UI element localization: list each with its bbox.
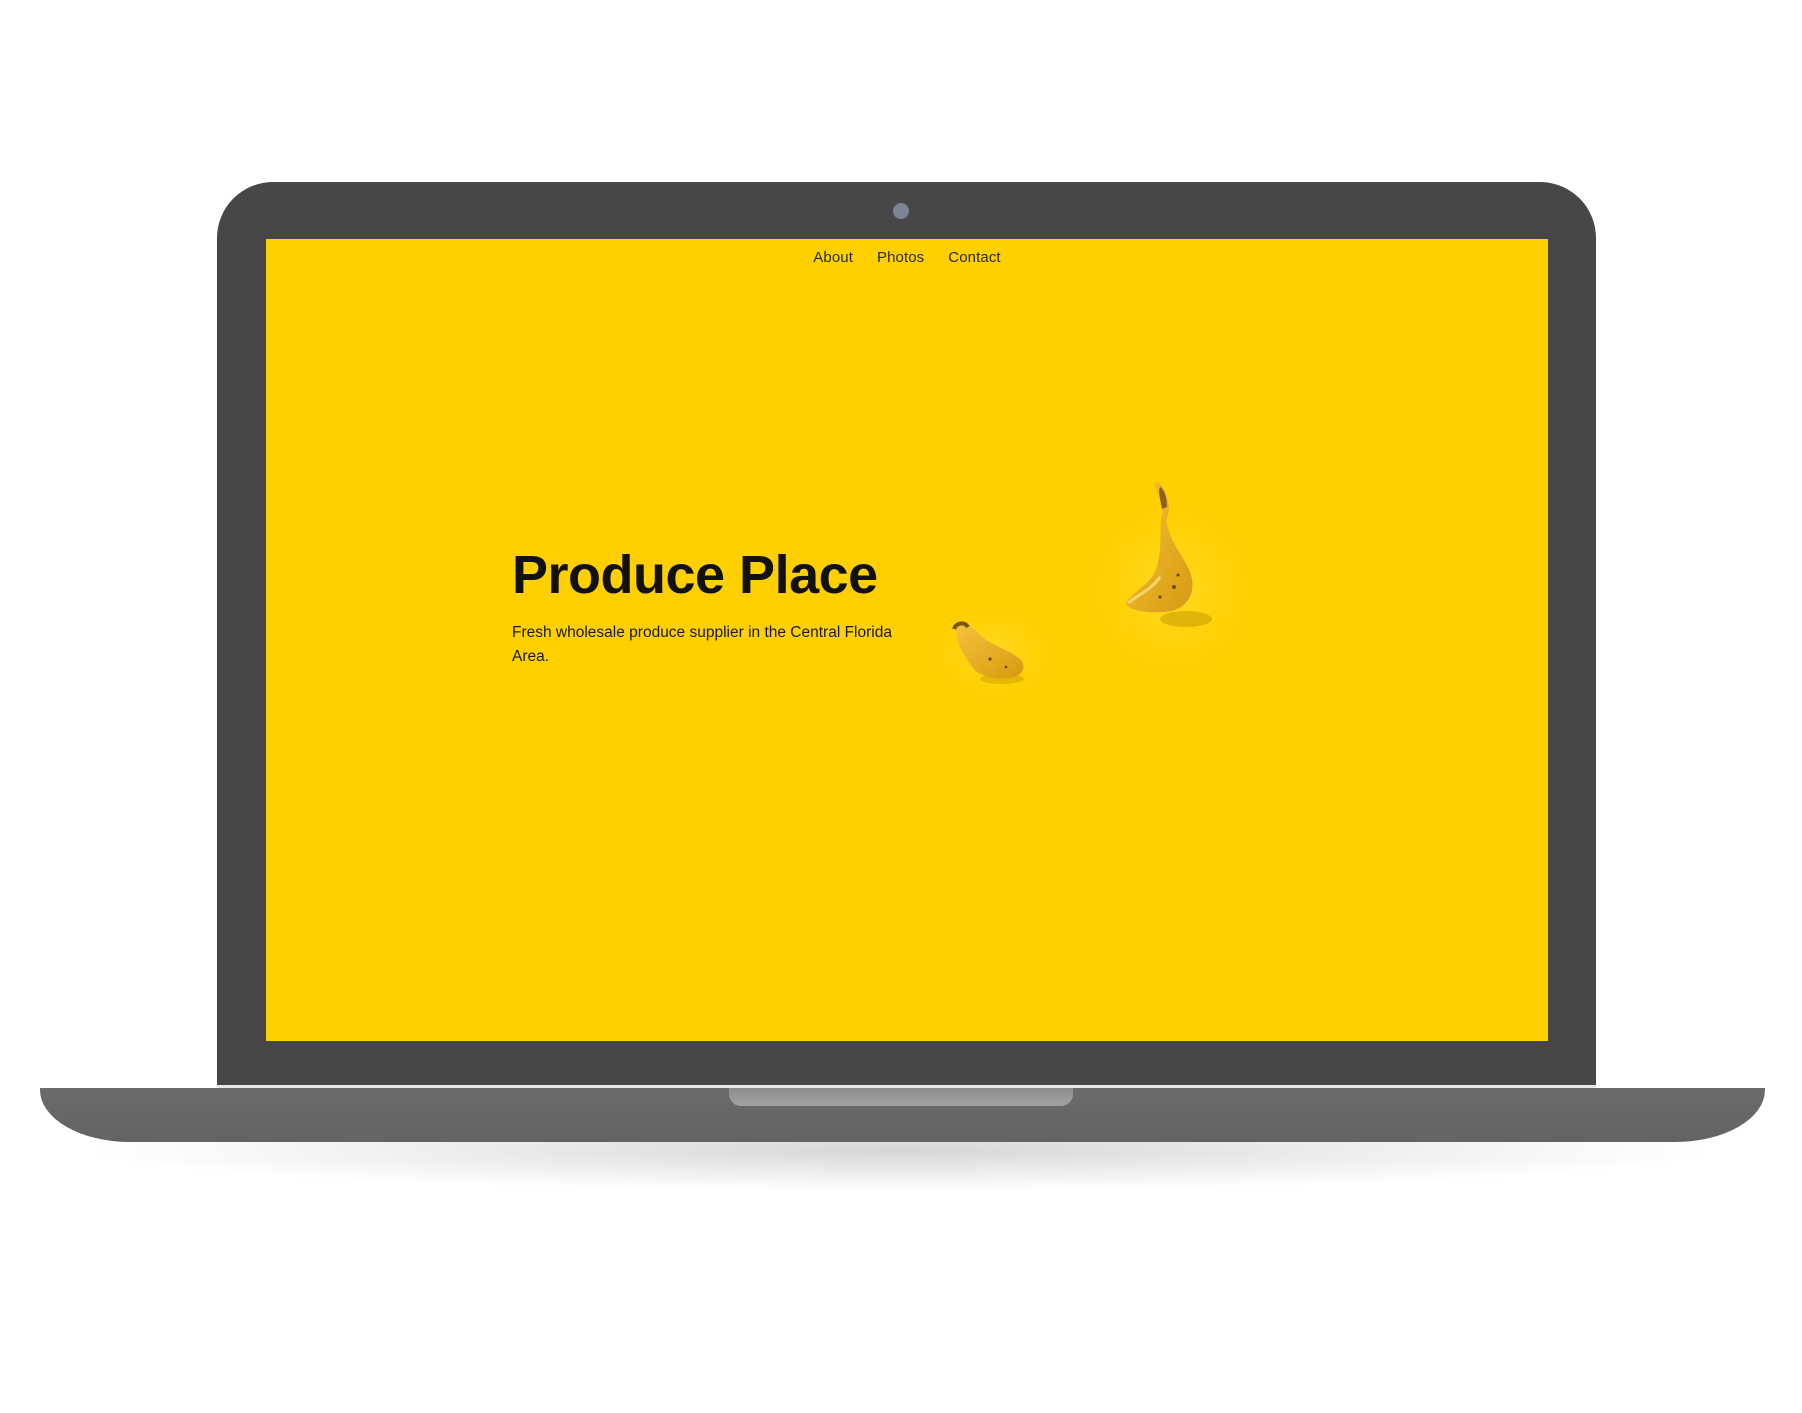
nav-link-about[interactable]: About: [813, 249, 853, 266]
mockup-stage: About Photos Contact Produce Place Fresh…: [0, 0, 1802, 1413]
banana-shadow: [1160, 611, 1212, 627]
hero-title: Produce Place: [512, 545, 878, 605]
webcam-icon: [893, 203, 909, 219]
laptop-screen: About Photos Contact Produce Place Fresh…: [266, 239, 1548, 1041]
banana-photo: [924, 482, 1266, 709]
site-nav: About Photos Contact: [266, 249, 1548, 266]
hero-subtitle: Fresh wholesale produce supplier in the …: [512, 624, 892, 665]
nav-link-photos[interactable]: Photos: [877, 249, 924, 266]
laptop-lid: About Photos Contact Produce Place Fresh…: [217, 182, 1596, 1086]
nav-link-contact[interactable]: Contact: [948, 249, 1000, 266]
trackpad-notch: [729, 1088, 1073, 1106]
